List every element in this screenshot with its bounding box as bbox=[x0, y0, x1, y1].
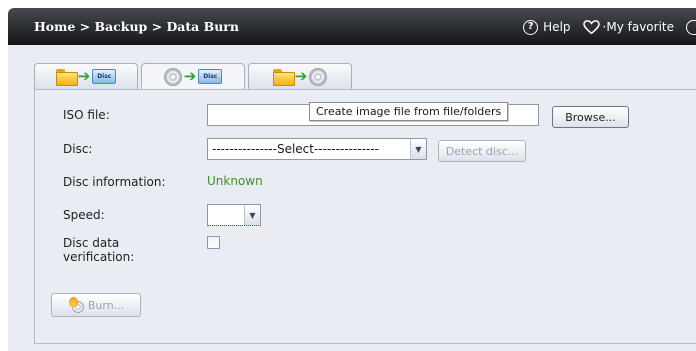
iso-file-label: ISO file: bbox=[63, 108, 110, 122]
help-icon: ? bbox=[523, 19, 539, 35]
breadcrumb-separator: > bbox=[75, 19, 95, 34]
burn-button[interactable]: Burn... bbox=[51, 293, 141, 317]
breadcrumb-current-page: Data Burn bbox=[166, 19, 239, 34]
detect-disc-button-label: Detect disc... bbox=[445, 144, 519, 158]
disc-information-value: Unknown bbox=[207, 174, 263, 188]
my-favorite-link[interactable]: · My favorite bbox=[582, 19, 674, 35]
help-link[interactable]: ? Help bbox=[523, 19, 571, 35]
chevron-down-icon: ▼ bbox=[410, 139, 426, 159]
breadcrumb-backup-link[interactable]: Backup bbox=[95, 19, 148, 34]
speed-select[interactable]: ▼ bbox=[207, 204, 261, 226]
disc-drive-icon: Disc bbox=[92, 69, 117, 84]
verification-label-line1: Disc data bbox=[63, 236, 120, 250]
heart-icon bbox=[582, 19, 600, 34]
header-actions: ? Help · My favorite bbox=[523, 18, 696, 36]
burn-button-label: Burn... bbox=[87, 298, 125, 312]
breadcrumb-separator: > bbox=[147, 19, 167, 34]
speed-label: Speed: bbox=[63, 208, 105, 222]
browse-button[interactable]: Browse... bbox=[552, 106, 629, 128]
burn-disc-icon bbox=[68, 297, 86, 313]
data-burn-panel: ➔ Disc ➔ Disc ➔ ISO file: Browse... Disc… bbox=[8, 45, 696, 351]
disc-select[interactable]: ---------------Select--------------- ▼ bbox=[207, 138, 427, 160]
folder-icon bbox=[55, 69, 78, 86]
disc-select-value: ---------------Select--------------- bbox=[212, 142, 379, 156]
arrow-right-icon: ➔ bbox=[294, 67, 308, 85]
verification-label-line2: verification: bbox=[63, 250, 135, 264]
burn-mode-tabs: ➔ Disc ➔ Disc ➔ bbox=[34, 63, 355, 89]
disc-drive-icon: Disc bbox=[198, 69, 223, 84]
browse-button-label: Browse... bbox=[565, 110, 616, 124]
tab-burn-image-to-disc[interactable]: ➔ Disc bbox=[141, 63, 245, 89]
top-header-bar: Home > Backup > Data Burn ? Help · My fa… bbox=[8, 8, 696, 45]
my-favorite-label: My favorite bbox=[606, 20, 674, 34]
more-icon[interactable] bbox=[686, 19, 696, 35]
breadcrumb: Home > Backup > Data Burn bbox=[34, 19, 239, 34]
detect-disc-button[interactable]: Detect disc... bbox=[438, 140, 526, 162]
disc-data-verification-checkbox[interactable] bbox=[207, 236, 220, 249]
help-label: Help bbox=[543, 20, 571, 34]
arrow-right-icon: ➔ bbox=[183, 67, 197, 85]
disc-information-label: Disc information: bbox=[63, 175, 166, 189]
disc-icon bbox=[309, 67, 328, 86]
disc-data-verification-label: Disc data verification: bbox=[63, 236, 134, 264]
breadcrumb-home-link[interactable]: Home bbox=[34, 19, 75, 34]
tab-burn-files-to-disc[interactable]: ➔ Disc bbox=[34, 63, 138, 89]
tab-create-image-from-files[interactable]: ➔ bbox=[248, 63, 352, 89]
disc-label: Disc: bbox=[63, 142, 93, 156]
tab-tooltip: Create image file from file/folders bbox=[309, 102, 509, 121]
chevron-down-icon: ▼ bbox=[244, 205, 260, 225]
burn-form: ISO file: Browse... Disc: --------------… bbox=[34, 89, 696, 344]
arrow-right-icon: ➔ bbox=[77, 67, 91, 85]
disc-icon bbox=[163, 67, 182, 86]
folder-icon bbox=[272, 69, 295, 86]
